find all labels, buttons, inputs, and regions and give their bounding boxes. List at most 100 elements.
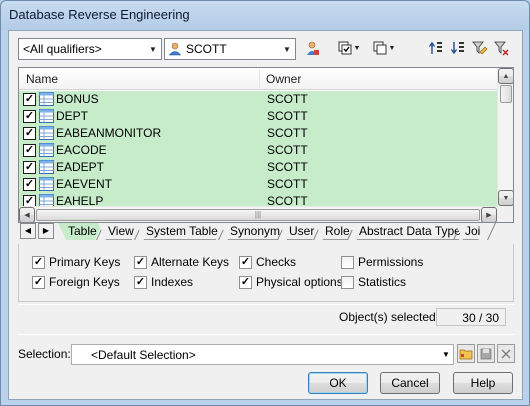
ok-button[interactable]: OK <box>308 372 368 394</box>
option-foreign-keys[interactable]: ✓ Foreign Keys <box>32 275 120 289</box>
tab-abstract-data-type[interactable]: Abstract Data Type <box>349 223 467 240</box>
option-permissions[interactable]: Permissions <box>341 255 423 269</box>
chevron-down-icon: ▼ <box>442 350 450 359</box>
row-name: EACODE <box>56 143 107 157</box>
tab-divider <box>487 223 496 240</box>
table-row[interactable]: ✓ EACODE SCOTT <box>19 142 497 159</box>
table-row[interactable]: ✓ EAEVENT SCOTT <box>19 176 497 193</box>
clear-filter-button[interactable] <box>491 37 513 59</box>
open-selection-button[interactable] <box>457 344 475 363</box>
row-owner: SCOTT <box>267 126 308 140</box>
row-name: EABEANMONITOR <box>56 126 162 140</box>
table-row[interactable]: ✓ BONUS SCOTT <box>19 91 497 108</box>
checkbox-checked[interactable]: ✓ <box>23 161 36 174</box>
tab-view[interactable]: View <box>98 223 140 240</box>
title-bar[interactable]: Database Reverse Engineering <box>1 1 529 30</box>
table-options-panel: ✓ Primary Keys ✓ Foreign Keys ✓ Alternat… <box>18 244 514 302</box>
option-primary-keys[interactable]: ✓ Primary Keys <box>32 255 120 269</box>
scroll-right-icon[interactable]: ▶ <box>481 207 497 222</box>
clear-filter-icon <box>494 41 509 56</box>
window-title: Database Reverse Engineering <box>9 7 190 22</box>
divider <box>18 334 514 335</box>
checkbox-checked[interactable]: ✓ <box>32 255 45 269</box>
table-icon <box>39 160 54 174</box>
horizontal-scrollbar[interactable]: ◀ ||| ▶ <box>19 206 497 222</box>
option-label: Primary Keys <box>49 255 121 269</box>
scroll-left-icon[interactable]: ◀ <box>19 207 35 222</box>
option-indexes[interactable]: ✓ Indexes <box>134 275 193 289</box>
dialog-window: Database Reverse Engineering <All qualif… <box>0 0 530 406</box>
scroll-up-icon[interactable]: ▲ <box>498 68 513 84</box>
option-label: Indexes <box>151 275 194 289</box>
checkbox-unchecked[interactable] <box>341 275 354 289</box>
table-icon <box>39 177 54 191</box>
horizontal-scroll-thumb[interactable]: ||| <box>36 209 480 221</box>
row-owner: SCOTT <box>267 143 308 157</box>
checkbox-checked[interactable]: ✓ <box>239 275 252 289</box>
chevron-down-icon: ▼ <box>353 44 361 52</box>
object-type-tabs: ◀ ▶ Table View System Table Synonym User Role… <box>18 223 514 241</box>
filter-icon <box>472 41 488 55</box>
column-header-name[interactable]: Name <box>26 72 58 86</box>
user-filter-icon <box>307 41 319 55</box>
table-row[interactable]: ✓ DEPT SCOTT <box>19 108 497 125</box>
move-to-bottom-button[interactable] <box>447 37 469 59</box>
scroll-down-icon[interactable]: ▼ <box>498 190 513 206</box>
objects-selected-count: 30 / 30 <box>436 308 506 326</box>
chevron-down-icon: ▼ <box>388 44 396 52</box>
move-to-top-icon <box>428 41 442 54</box>
vertical-scrollbar[interactable]: ▲ ▼ <box>497 68 513 206</box>
checkbox-checked[interactable]: ✓ <box>23 144 36 157</box>
cancel-button[interactable]: Cancel <box>380 372 440 394</box>
move-to-top-button[interactable] <box>425 37 447 59</box>
folder-icon <box>459 349 473 360</box>
delete-selection-button[interactable] <box>497 344 515 363</box>
option-label: Permissions <box>358 255 424 269</box>
option-label: Foreign Keys <box>49 275 120 289</box>
checkbox-checked[interactable]: ✓ <box>23 178 36 191</box>
checkbox-checked[interactable]: ✓ <box>23 110 36 123</box>
owner-combo[interactable]: SCOTT ▼ <box>164 38 296 60</box>
row-owner: SCOTT <box>267 109 308 123</box>
checkbox-checked[interactable]: ✓ <box>134 255 147 269</box>
qualifier-value: <All qualifiers> <box>23 42 102 56</box>
selection-combo[interactable]: <Default Selection> ▼ <box>71 344 454 365</box>
deselect-button[interactable]: ▼ <box>369 37 399 59</box>
divider <box>18 304 514 305</box>
row-name: EADEPT <box>56 160 105 174</box>
option-label: Alternate Keys <box>151 255 230 269</box>
option-physical-options[interactable]: ✓ Physical options <box>239 275 343 289</box>
tab-synonym[interactable]: Synonym <box>220 223 286 240</box>
option-alternate-keys[interactable]: ✓ Alternate Keys <box>134 255 229 269</box>
move-to-bottom-icon <box>450 42 464 55</box>
vertical-scroll-thumb[interactable] <box>500 85 512 103</box>
select-all-icon <box>338 41 352 55</box>
table-row[interactable]: ✓ EADEPT SCOTT <box>19 159 497 176</box>
option-statistics[interactable]: Statistics <box>341 275 406 289</box>
table-row[interactable]: ✓ EABEANMONITOR SCOTT <box>19 125 497 142</box>
checkbox-unchecked[interactable] <box>341 255 354 269</box>
column-divider[interactable] <box>259 70 260 88</box>
filter-button[interactable] <box>469 37 491 59</box>
tab-scroll-right-icon[interactable]: ▶ <box>38 223 54 239</box>
tab-scroll-left-icon[interactable]: ◀ <box>20 223 36 239</box>
objects-selected-label: Object(s) selected: <box>339 310 440 324</box>
option-label: Statistics <box>358 275 407 289</box>
user-filter-button[interactable] <box>301 37 323 59</box>
option-checks[interactable]: ✓ Checks <box>239 255 296 269</box>
chevron-down-icon: ▼ <box>149 44 157 54</box>
select-all-button[interactable]: ▼ <box>334 37 364 59</box>
tab-system-table[interactable]: System Table <box>136 223 224 240</box>
checkbox-checked[interactable]: ✓ <box>23 93 36 106</box>
checkbox-checked[interactable]: ✓ <box>32 275 45 289</box>
selection-label: Selection: <box>18 347 71 361</box>
save-selection-button[interactable] <box>477 344 495 363</box>
checkbox-checked[interactable]: ✓ <box>134 275 147 289</box>
help-button[interactable]: Help <box>453 372 513 394</box>
checkbox-checked[interactable]: ✓ <box>23 127 36 140</box>
object-list[interactable]: Name Owner ✓ BONUS SCOTT ✓ DEPT SCOTT ✓ EABEANM… <box>18 67 514 223</box>
column-header-owner[interactable]: Owner <box>266 72 301 86</box>
checkbox-checked[interactable]: ✓ <box>239 255 252 269</box>
table-icon <box>39 126 54 140</box>
qualifier-combo[interactable]: <All qualifiers> ▼ <box>18 38 162 60</box>
